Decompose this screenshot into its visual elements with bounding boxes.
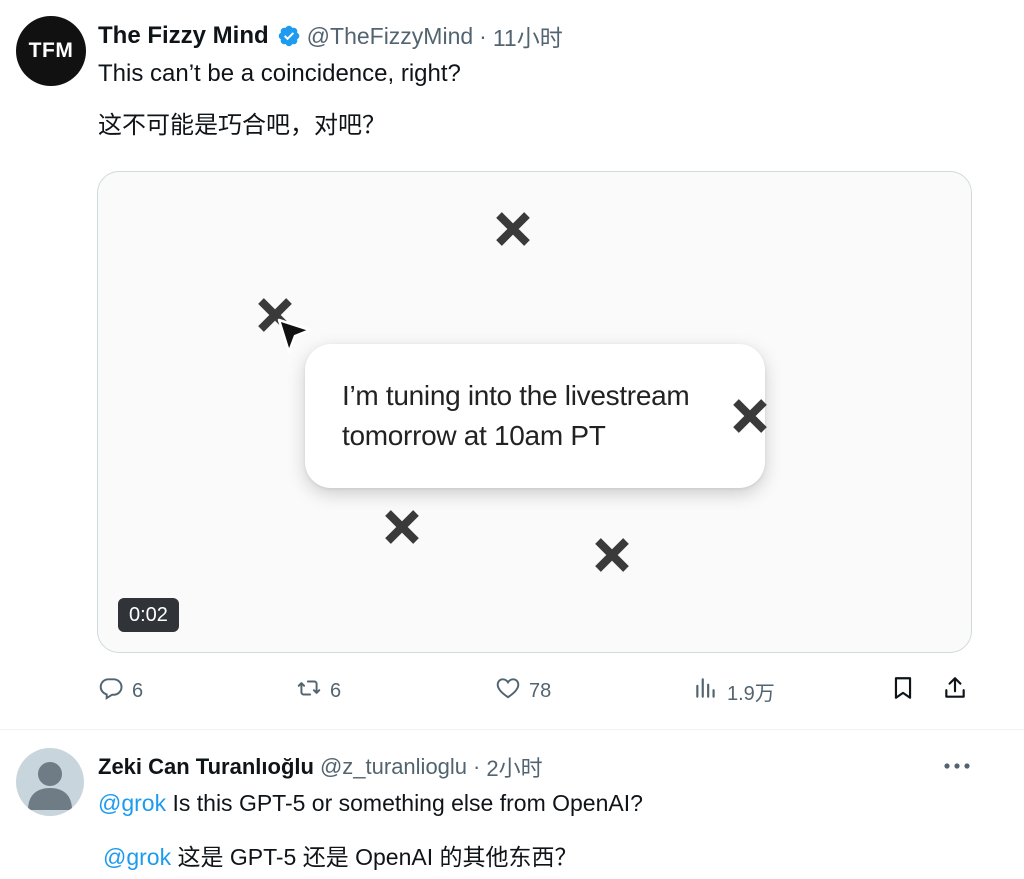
bubble-text-line-2: tomorrow at 10am PT <box>342 420 606 451</box>
like-icon <box>495 675 521 707</box>
reply-header: Zeki Can Turanlıoğlu @z_turanlioglu · 2小… <box>98 752 543 782</box>
retweet-button[interactable]: 6 <box>296 668 341 714</box>
more-icon <box>940 758 974 776</box>
author-handle[interactable]: @TheFizzyMind <box>307 23 474 50</box>
x-mark-icon <box>730 396 770 436</box>
like-button[interactable]: 78 <box>495 668 551 714</box>
share-icon <box>942 675 968 707</box>
reply-text-chinese: @grok 这是 GPT-5 还是 OpenAI 的其他东西？ <box>103 838 578 872</box>
retweet-icon <box>296 675 322 707</box>
more-options-button[interactable] <box>940 754 974 780</box>
message-bubble: I’m tuning into the livestream tomorrow … <box>305 344 765 488</box>
views-count: 1.9万 <box>727 682 775 705</box>
bookmark-icon <box>890 675 916 707</box>
grok-mention-link[interactable]: @grok <box>98 790 166 816</box>
reply-icon <box>98 675 124 707</box>
views-button[interactable]: 1.9万 <box>693 668 775 714</box>
separator-dot: · <box>473 754 481 779</box>
tweet-text-english: This can’t be a coincidence, right? <box>98 60 461 87</box>
reply-author-handle[interactable]: @z_turanlioglu <box>320 754 467 780</box>
like-count: 78 <box>529 679 552 702</box>
reply-count: 6 <box>132 679 144 702</box>
bookmark-button[interactable] <box>890 668 916 714</box>
author-display-name[interactable]: The Fizzy Mind <box>98 22 269 50</box>
x-mark-icon <box>493 209 533 249</box>
reply-button[interactable]: 6 <box>98 668 143 714</box>
tweet-timestamp[interactable]: 11小时 <box>493 19 563 53</box>
reply-text-body-chinese: 这是 GPT-5 还是 OpenAI 的其他东西？ <box>171 844 578 870</box>
x-mark-icon <box>592 535 632 575</box>
retweet-count: 6 <box>330 679 342 702</box>
tweet-action-bar: 6 6 78 1.9万 <box>0 668 1024 714</box>
tweet-header: The Fizzy Mind @TheFizzyMind · 11小时 <box>98 20 563 52</box>
verified-badge-icon <box>277 24 301 48</box>
share-button[interactable] <box>942 668 968 714</box>
bubble-text-line-1: I’m tuning into the livestream <box>342 380 690 411</box>
author-avatar[interactable]: TFM <box>16 16 86 86</box>
tweet-text-chinese: 这不可能是巧合吧，对吧？ <box>98 112 386 139</box>
reply-timestamp[interactable]: 2小时 <box>486 751 542 783</box>
reply-text-body-english: Is this GPT-5 or something else from Ope… <box>166 790 643 816</box>
separator-dot: · <box>479 22 487 49</box>
tweet-divider <box>0 729 1024 730</box>
reply-text-english: @grok Is this GPT-5 or something else fr… <box>98 790 643 817</box>
cursor-arrow-icon <box>274 316 316 358</box>
video-duration-badge: 0:02 <box>118 598 179 632</box>
reply-author-display-name[interactable]: Zeki Can Turanlıoğlu <box>98 754 314 780</box>
x-mark-icon <box>382 507 422 547</box>
default-avatar-icon[interactable] <box>16 748 84 816</box>
video-player[interactable]: I’m tuning into the livestream tomorrow … <box>97 171 972 653</box>
views-icon <box>693 675 719 707</box>
grok-mention-link[interactable]: @grok <box>103 844 171 870</box>
